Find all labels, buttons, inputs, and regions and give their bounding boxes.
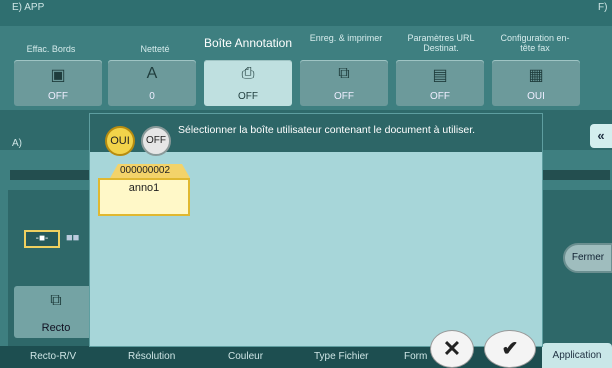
recto-icon: ⧉: [50, 292, 62, 309]
erase-border-icon: ▣: [50, 67, 66, 84]
mode-switch-alt-icon[interactable]: ■■: [66, 232, 88, 246]
user-box-name: anno1: [128, 182, 160, 194]
tab-configuration-fax[interactable]: Configuration en-tête fax: [494, 33, 576, 53]
recto-label: Recto: [41, 322, 71, 334]
bottom-tab-form[interactable]: Form: [404, 351, 427, 362]
fax-header-icon: ▦: [528, 67, 544, 84]
tab-parametres-url[interactable]: Paramètres URL Destinat.: [400, 33, 482, 53]
tab-boite-annotation[interactable]: Boîte Annotation: [194, 37, 302, 49]
user-box-number[interactable]: 000000002: [98, 165, 192, 176]
save-print-tile[interactable]: ⧉ OFF: [300, 60, 388, 106]
bottom-tab-recto-rv[interactable]: Recto-R/V: [30, 351, 76, 362]
erase-border-tile[interactable]: ▣ OFF: [14, 60, 102, 106]
save-print-icon: ⧉: [338, 65, 350, 82]
url-destination-value: OFF: [430, 91, 450, 102]
tab-nettete[interactable]: Netteté: [120, 44, 190, 54]
tab-enreg-imprimer[interactable]: Enreg. & imprimer: [306, 33, 386, 43]
top-bar: [0, 0, 612, 26]
annotation-box-icon: ⎙: [241, 65, 255, 82]
save-print-value: OFF: [334, 91, 354, 102]
section-a-label: A): [12, 138, 22, 149]
url-destination-icon: ▤: [432, 67, 448, 84]
sharpness-tile[interactable]: A 0: [108, 60, 196, 106]
url-destination-tile[interactable]: ▤ OFF: [396, 60, 484, 106]
section-f-label: F): [598, 2, 608, 13]
sharpness-icon: A: [146, 65, 158, 82]
sharpness-value: 0: [149, 91, 155, 102]
erase-border-value: OFF: [48, 91, 68, 102]
bottom-tab-type-fichier[interactable]: Type Fichier: [314, 351, 368, 362]
oui-toggle-button[interactable]: OUI: [105, 126, 135, 156]
fax-header-tile[interactable]: ▦ OUI: [492, 60, 580, 106]
bottom-tab-resolution[interactable]: Résolution: [128, 351, 175, 362]
close-icon: ✕: [442, 336, 462, 361]
dialog-message: Sélectionner la boîte utilisateur conten…: [178, 124, 476, 136]
checkmark-icon: ✔: [501, 338, 519, 360]
ok-button[interactable]: ✔: [484, 330, 536, 368]
mode-switch-icon[interactable]: -■-: [24, 230, 60, 248]
off-toggle-button[interactable]: OFF: [141, 126, 171, 156]
tab-effac-bords[interactable]: Effac. Bords: [12, 44, 90, 54]
cancel-button[interactable]: ✕: [430, 330, 474, 368]
back-arrow-icon[interactable]: «: [590, 124, 612, 148]
close-button-label: Fermer: [571, 252, 605, 263]
annotation-box-tile[interactable]: ⎙ OFF: [204, 60, 292, 106]
fax-header-value: OUI: [527, 91, 545, 102]
annotation-box-value: OFF: [238, 91, 258, 102]
section-e-label: E) APP: [12, 2, 45, 13]
bottom-tab-application-label: Application: [552, 350, 602, 361]
bottom-tab-couleur[interactable]: Couleur: [228, 351, 263, 362]
